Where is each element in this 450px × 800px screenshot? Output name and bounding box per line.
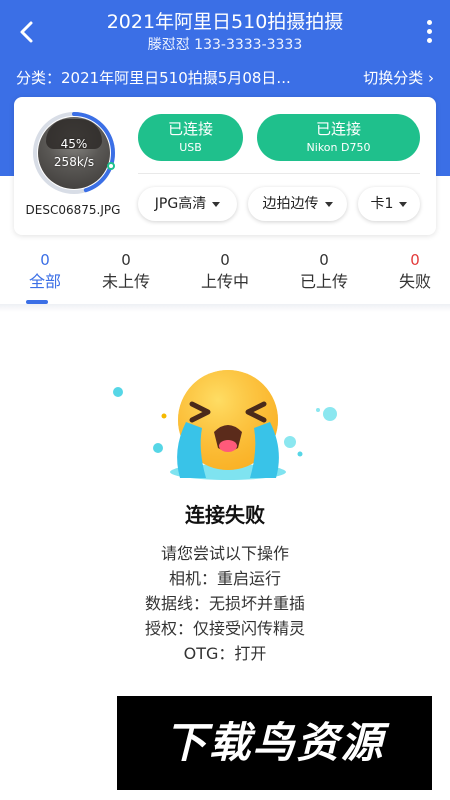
tab-not-uploaded[interactable]: 0 未上传 [81, 248, 171, 304]
tab-all[interactable]: 0 全部 [0, 248, 90, 304]
hint-line: 授权：仅接受闪传精灵 [144, 619, 305, 638]
tab-failed[interactable]: 0 失败 [370, 248, 450, 304]
caret-down-icon [212, 201, 221, 207]
card-divider [138, 173, 420, 174]
tab-label: 失败 [398, 272, 431, 291]
more-vertical-icon[interactable] [422, 20, 436, 46]
usb-status: 已连接 [167, 120, 213, 138]
progress-percent: 45% [60, 137, 88, 151]
empty-state-title: 连接失败 [185, 503, 265, 527]
caret-down-icon [324, 201, 333, 207]
mode-dropdown[interactable]: 边拍边传 [248, 187, 347, 221]
hint-line: 相机：重启运行 [168, 569, 281, 588]
quality-value: JPG高清 [154, 196, 207, 212]
usb-label: USB [179, 141, 202, 154]
back-chevron-icon[interactable] [14, 18, 40, 46]
watermark-banner: 下载鸟资源 [117, 696, 432, 790]
tab-label: 未上传 [101, 272, 150, 291]
tab-count: 0 [121, 251, 131, 269]
app-header: 2021年阿里日510拍摄拍摄 滕怼怼 133-3333-3333 [0, 0, 450, 62]
tab-count: 0 [40, 251, 50, 269]
camera-status: 已连接 [315, 120, 361, 138]
hint-line: 请您尝试以下操作 [160, 544, 289, 563]
switch-category-button[interactable]: 切换分类 › [363, 66, 434, 90]
hint-line: OTG：打开 [183, 644, 267, 663]
camera-model: Nikon D750 [306, 141, 371, 154]
status-card: 45% 258k/s DESC06875.JPG 已连接 USB 已连接 Nik… [14, 97, 436, 235]
tab-label: 全部 [28, 272, 61, 291]
upload-progress-ring: 45% 258k/s [32, 111, 116, 195]
transfer-speed: 258k/s [53, 155, 95, 169]
page-title: 2021年阿里日510拍摄拍摄 [106, 11, 344, 33]
mode-value: 边拍边传 [262, 196, 319, 212]
quality-dropdown[interactable]: JPG高清 [138, 187, 237, 221]
tabs-divider [0, 304, 450, 312]
tab-count: 0 [319, 251, 329, 269]
tab-uploading[interactable]: 0 上传中 [180, 248, 270, 304]
card-value: 卡1 [370, 196, 394, 212]
category-label: 分类：2021年阿里日510拍摄5月08日... [16, 69, 291, 87]
card-dropdown[interactable]: 卡1 [358, 187, 420, 221]
hint-line: 数据线：无损坏并重插 [144, 594, 305, 613]
tab-label: 已上传 [299, 272, 348, 291]
crying-face-icon [106, 370, 346, 490]
tab-label: 上传中 [200, 272, 249, 291]
tab-uploaded[interactable]: 0 已上传 [279, 248, 369, 304]
tab-count: 0 [410, 251, 420, 269]
tab-count: 0 [220, 251, 230, 269]
filter-tabs: 0 全部 0 未上传 0 上传中 0 已上传 0 失败 [0, 248, 450, 304]
caret-down-icon [399, 201, 408, 207]
usb-connection-button[interactable]: 已连接 USB [138, 114, 243, 161]
category-row: 分类：2021年阿里日510拍摄5月08日... 切换分类 › [16, 66, 434, 90]
user-info: 滕怼怼 133-3333-3333 [147, 37, 303, 53]
camera-connection-button[interactable]: 已连接 Nikon D750 [257, 114, 420, 161]
current-filename: DESC06875.JPG [25, 203, 121, 217]
